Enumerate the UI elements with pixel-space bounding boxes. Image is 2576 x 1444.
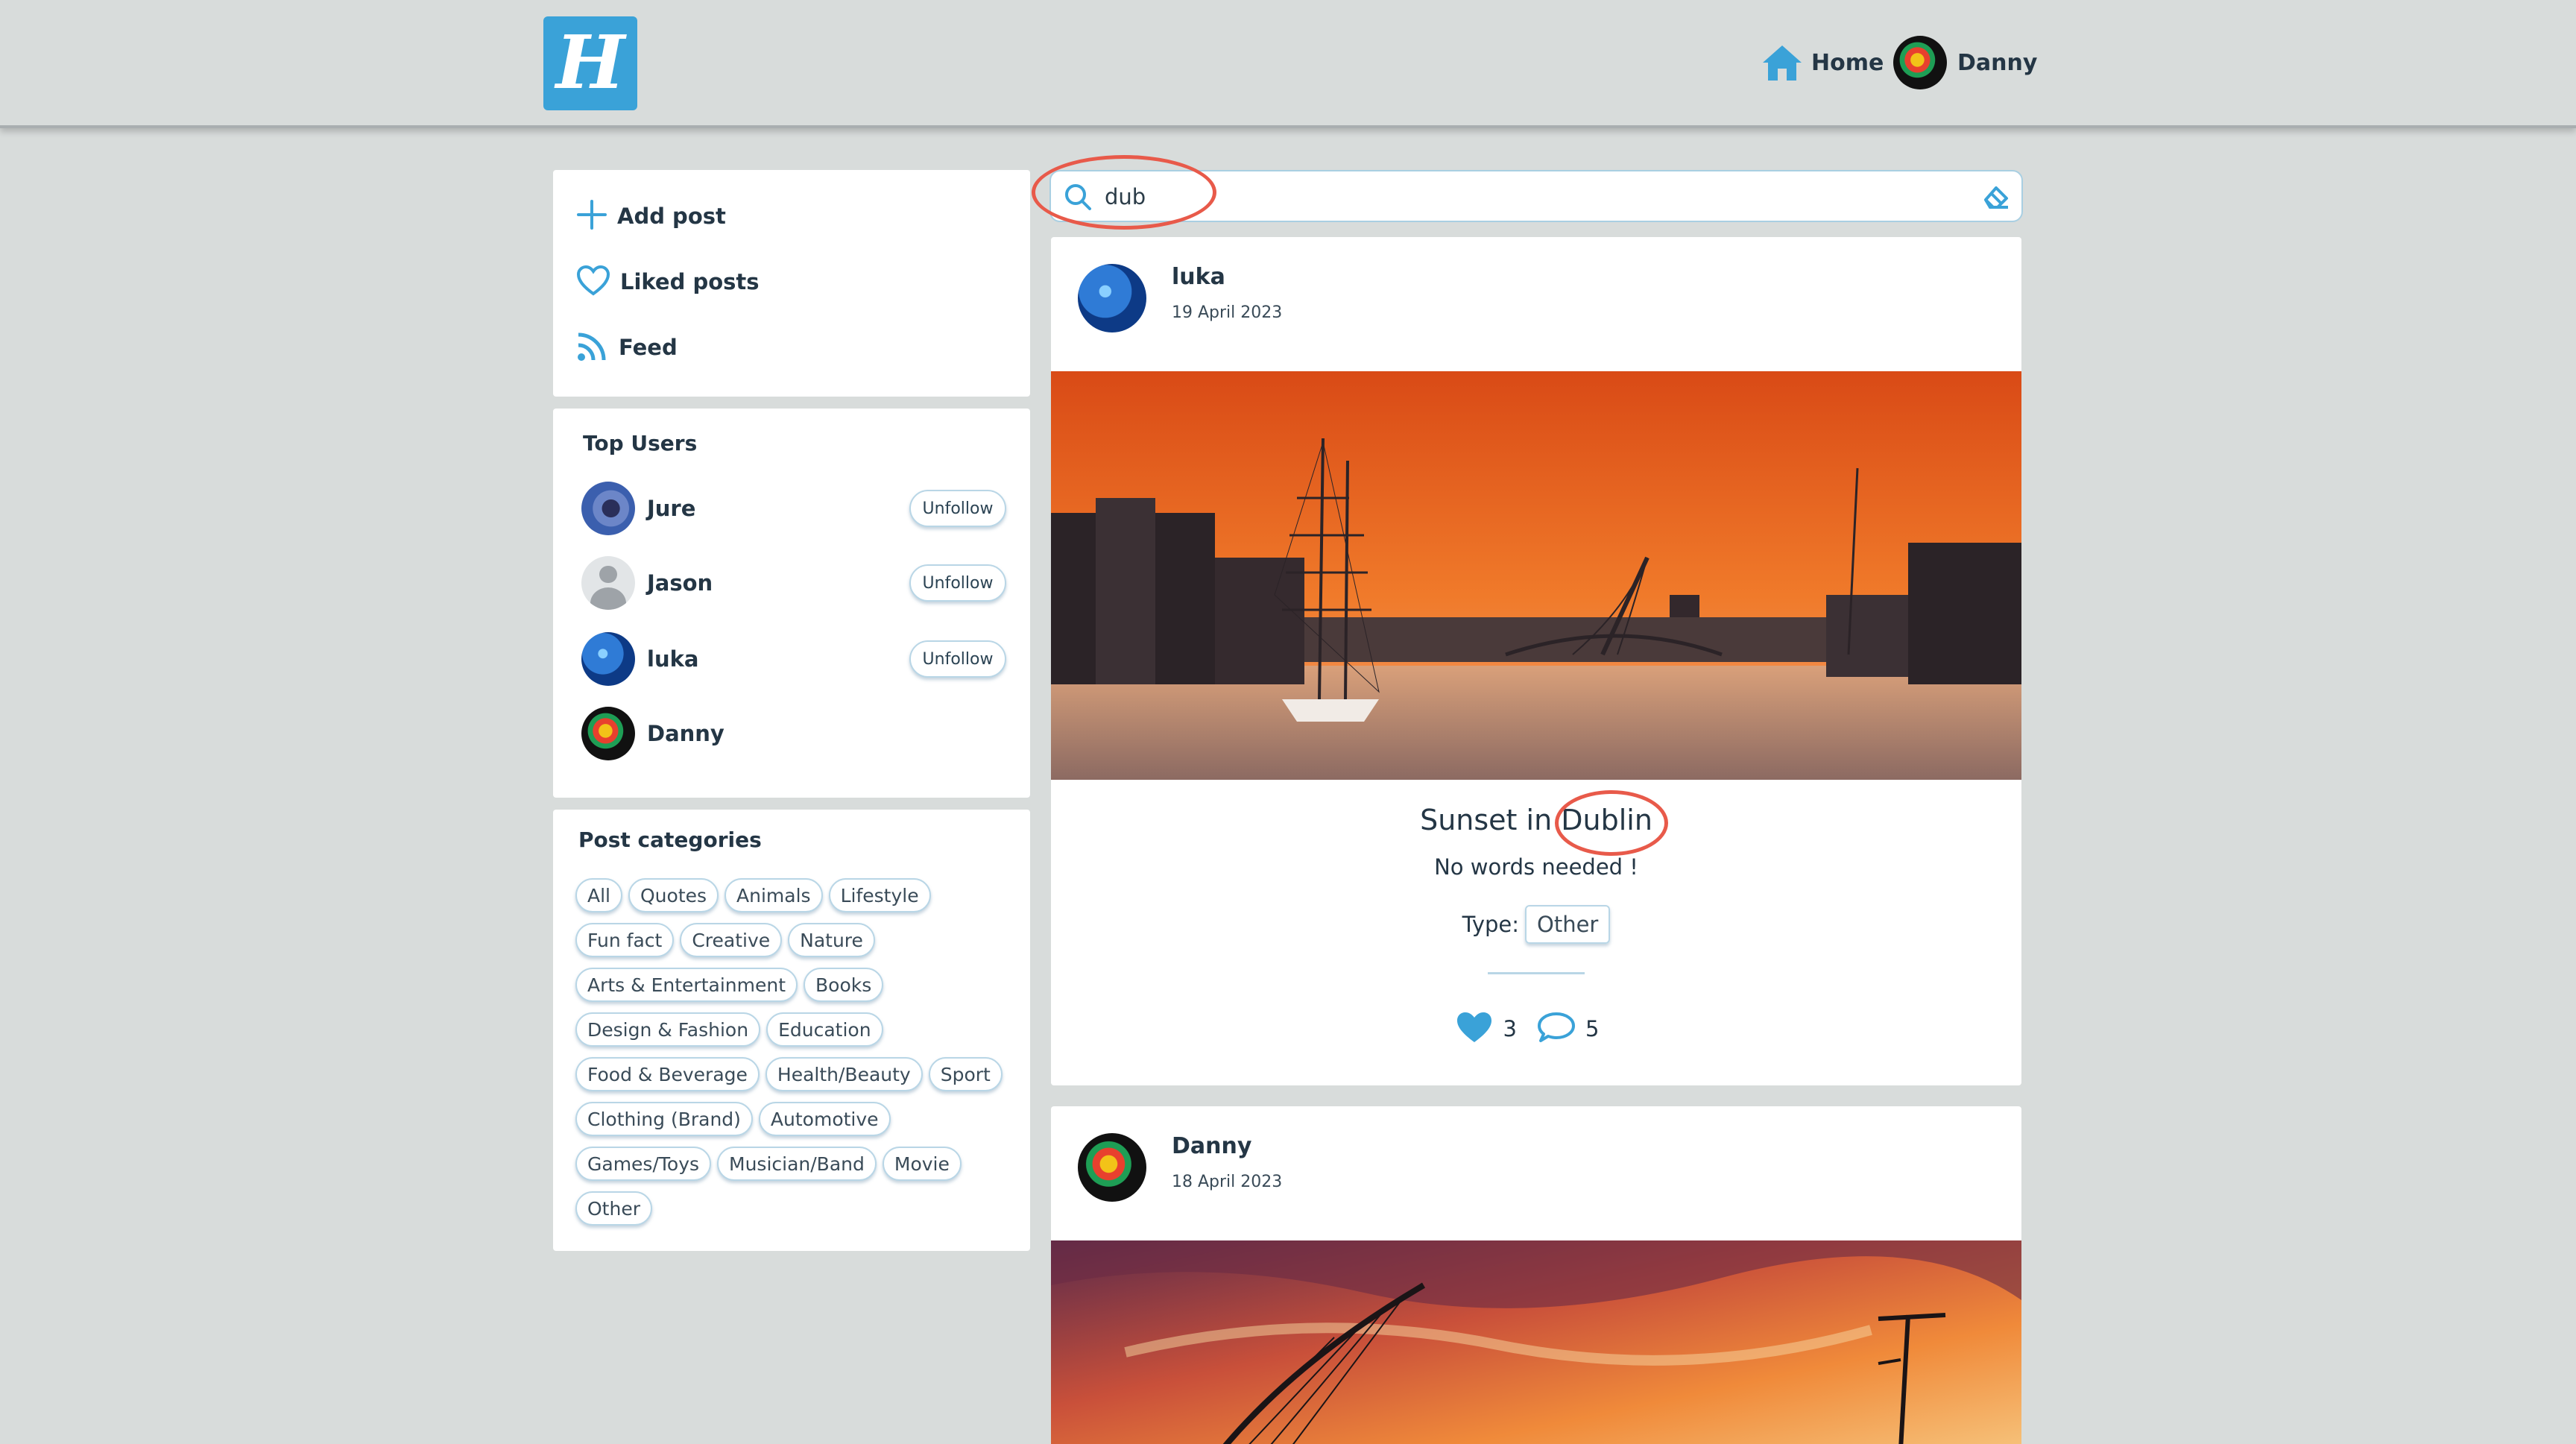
app-logo[interactable]: H [543, 16, 637, 110]
home-icon [1761, 43, 1804, 82]
category-chip[interactable]: Clothing (Brand) [575, 1102, 753, 1136]
unfollow-button[interactable]: Unfollow [909, 490, 1006, 527]
rss-icon [575, 329, 610, 366]
search-input[interactable] [1105, 179, 1962, 215]
post-title: Sunset in Dublin [1051, 804, 2021, 836]
author-avatar[interactable] [1078, 1133, 1146, 1202]
liked-posts-label: Liked posts [620, 269, 760, 294]
logo-letter: H [555, 20, 625, 106]
post-type: Type: Other [1051, 905, 2021, 944]
post-divider [1488, 972, 1585, 974]
comment-count: 5 [1585, 1016, 1600, 1041]
comment-icon[interactable] [1536, 1009, 1576, 1048]
post-title-highlight: Dublin [1561, 804, 1652, 836]
post-text: No words needed ! [1434, 854, 1638, 880]
top-user-row: luka Unfollow [581, 631, 1006, 687]
user-avatar[interactable] [581, 632, 635, 686]
clear-search-icon[interactable] [1983, 185, 2010, 213]
post-author[interactable]: Danny [1172, 1133, 1282, 1159]
category-chip[interactable]: Movie [882, 1147, 962, 1181]
top-users-panel: Top Users Jure Unfollow Jason Unfollow l… [553, 409, 1030, 798]
category-chip[interactable]: Books [804, 968, 884, 1002]
user-name[interactable]: luka [647, 646, 909, 672]
top-user-row: Jason Unfollow [581, 555, 1006, 611]
search-bar [1049, 170, 2023, 222]
category-chip[interactable]: Musician/Band [717, 1147, 877, 1181]
liked-posts-button[interactable]: Liked posts [575, 261, 760, 303]
category-chip[interactable]: All [575, 878, 622, 912]
post-image[interactable] [1051, 371, 2021, 780]
category-chip[interactable]: Lifestyle [828, 878, 931, 912]
top-user-row: Danny [581, 705, 1006, 762]
category-chip[interactable]: Quotes [628, 878, 719, 912]
top-users-title: Top Users [583, 431, 698, 455]
category-chip[interactable]: Other [575, 1191, 652, 1226]
unfollow-button[interactable]: Unfollow [909, 640, 1006, 678]
sidebar-menu: Add post Liked posts Feed [553, 170, 1030, 397]
top-user-row: Jure Unfollow [581, 480, 1006, 537]
post-date: 19 April 2023 [1172, 303, 1283, 322]
like-count: 3 [1503, 1016, 1517, 1041]
category-chip[interactable]: Health/Beauty [765, 1057, 923, 1091]
post-header: Danny 18 April 2023 [1078, 1133, 1282, 1202]
category-chip[interactable]: Fun fact [575, 923, 675, 957]
nav-home-link[interactable]: Home [1761, 36, 1884, 89]
post-categories-panel: Post categories All Quotes Animals Lifestyl… [553, 810, 1030, 1251]
user-avatar[interactable] [581, 556, 635, 610]
plus-icon [575, 198, 608, 234]
feed-button[interactable]: Feed [575, 327, 678, 368]
author-avatar[interactable] [1078, 264, 1146, 332]
post-card: Danny 18 April 2023 [1051, 1106, 2021, 1444]
nav-home-label: Home [1811, 49, 1884, 76]
post-type-label: Type: [1462, 912, 1520, 937]
search-icon [1063, 182, 1093, 215]
category-chip[interactable]: Automotive [758, 1102, 891, 1136]
user-name[interactable]: Jure [647, 496, 909, 521]
user-avatar [1893, 36, 1947, 89]
user-avatar[interactable] [581, 707, 635, 760]
nav-user-label: Danny [1957, 49, 2038, 76]
top-navbar: H Home Danny [0, 0, 2576, 128]
category-chip[interactable]: Animals [724, 878, 823, 912]
add-post-label: Add post [617, 204, 726, 229]
category-chip[interactable]: Education [766, 1012, 883, 1047]
post-image[interactable] [1051, 1240, 2021, 1444]
post-type-chip[interactable]: Other [1525, 905, 1611, 944]
category-chip[interactable]: Sport [928, 1057, 1003, 1091]
post-date: 18 April 2023 [1172, 1173, 1283, 1191]
category-chip[interactable]: Nature [788, 923, 875, 957]
user-name[interactable]: Danny [647, 721, 1006, 746]
category-chip[interactable]: Creative [680, 923, 783, 957]
nav-profile-link[interactable]: Danny [1893, 36, 2037, 89]
category-chip[interactable]: Design & Fashion [575, 1012, 761, 1047]
post-title-text: Sunset in [1420, 804, 1562, 836]
like-icon[interactable] [1454, 1009, 1494, 1048]
category-chip-list: All Quotes Animals Lifestyle Fun fact Creativ… [575, 878, 1015, 1226]
feed-label: Feed [619, 335, 678, 360]
category-chip[interactable]: Arts & Entertainment [575, 968, 798, 1002]
categories-title: Post categories [578, 827, 762, 852]
user-avatar[interactable] [581, 482, 635, 535]
post-header: luka 19 April 2023 [1078, 264, 1282, 332]
post-actions: 3 5 [1051, 1009, 2021, 1048]
post-author[interactable]: luka [1172, 264, 1282, 290]
category-chip[interactable]: Food & Beverage [575, 1057, 760, 1091]
add-post-button[interactable]: Add post [575, 195, 726, 237]
post-card: luka 19 April 2023 Sunset in Dublin No w… [1051, 237, 2021, 1085]
heart-icon [575, 264, 611, 300]
category-chip[interactable]: Games/Toys [575, 1147, 712, 1181]
user-name[interactable]: Jason [647, 570, 909, 596]
unfollow-button[interactable]: Unfollow [909, 564, 1006, 602]
